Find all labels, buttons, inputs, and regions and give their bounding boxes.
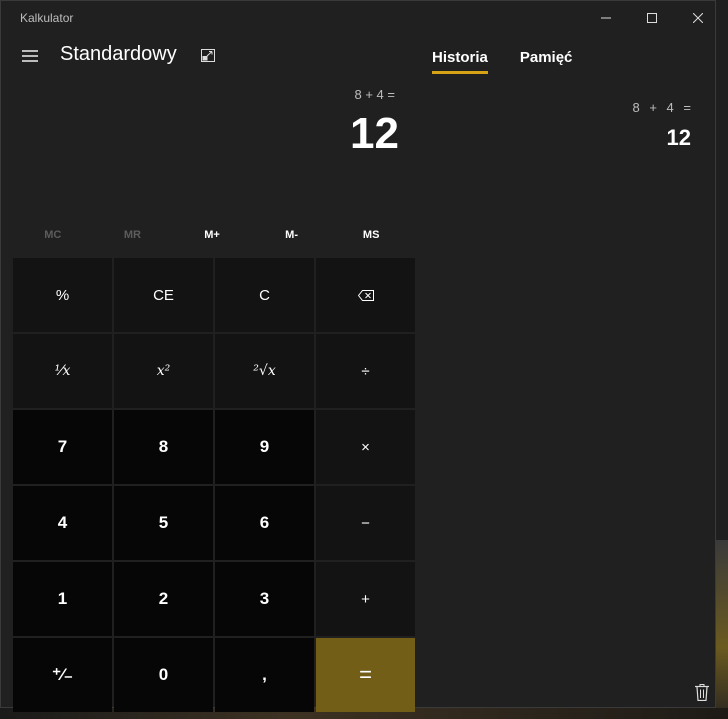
memory-clear-button[interactable]: MC (13, 219, 93, 251)
digit-2-button[interactable]: 2 (114, 562, 213, 636)
digit-0-button[interactable]: 0 (114, 638, 213, 712)
calculator-window: Kalkulator Standardowy 8 + 4 = 12 MC MR … (0, 0, 716, 712)
trash-icon (695, 683, 709, 701)
decimal-button[interactable]: , (215, 638, 314, 712)
square-root-button[interactable]: ²√x (215, 334, 314, 408)
reciprocal-label: ¹⁄x (54, 363, 71, 379)
side-panel-tabs: Historia Pamięć (432, 49, 573, 74)
memory-recall-button[interactable]: MR (93, 219, 173, 251)
square-label: x² (156, 363, 171, 379)
square-button[interactable]: x² (114, 334, 213, 408)
keep-on-top-icon (201, 48, 215, 62)
minus-button[interactable]: − (316, 486, 415, 560)
minimize-icon (601, 17, 611, 19)
expression-display: 8 + 4 = (354, 87, 395, 102)
clear-entry-button[interactable]: CE (114, 258, 213, 332)
digit-5-button[interactable]: 5 (114, 486, 213, 560)
square-root-label: ²√x (253, 363, 276, 379)
memory-subtract-button[interactable]: M- (252, 219, 332, 251)
memory-store-button[interactable]: MS (331, 219, 411, 251)
app-title: Kalkulator (20, 11, 74, 25)
mode-title: Standardowy (60, 43, 177, 65)
backspace-icon (357, 289, 374, 301)
close-button[interactable] (675, 1, 721, 35)
history-item-result[interactable]: 12 (667, 125, 691, 151)
divide-button[interactable]: ÷ (316, 334, 415, 408)
digit-4-button[interactable]: 4 (13, 486, 112, 560)
tab-memory[interactable]: Pamięć (520, 49, 573, 72)
minimize-button[interactable] (583, 1, 629, 35)
equals-button[interactable]: = (316, 638, 415, 712)
digit-6-button[interactable]: 6 (215, 486, 314, 560)
keypad: % CE C ¹⁄x x² ²√x ÷ 7 8 9 × 4 5 6 − 1 2 … (13, 258, 415, 712)
tab-history[interactable]: Historia (432, 49, 488, 74)
memory-bar: MC MR M+ M- MS (13, 219, 411, 251)
desktop-background (716, 540, 728, 719)
maximize-button[interactable] (629, 1, 675, 35)
reciprocal-button[interactable]: ¹⁄x (13, 334, 112, 408)
title-bar[interactable]: Kalkulator (1, 1, 715, 35)
percent-button[interactable]: % (13, 258, 112, 332)
keep-on-top-button[interactable] (197, 44, 219, 66)
result-display: 12 (350, 109, 399, 158)
digit-7-button[interactable]: 7 (13, 410, 112, 484)
hamburger-icon (22, 50, 38, 62)
close-icon (693, 13, 703, 23)
digit-1-button[interactable]: 1 (13, 562, 112, 636)
plus-button[interactable]: + (316, 562, 415, 636)
digit-9-button[interactable]: 9 (215, 410, 314, 484)
history-item-expression[interactable]: 8 + 4 = (633, 100, 691, 115)
multiply-button[interactable]: × (316, 410, 415, 484)
digit-8-button[interactable]: 8 (114, 410, 213, 484)
negate-button[interactable]: ⁺⁄₋ (13, 638, 112, 712)
backspace-button[interactable] (316, 258, 415, 332)
navigation-menu-button[interactable] (15, 43, 45, 69)
clear-history-button[interactable] (691, 681, 713, 703)
memory-add-button[interactable]: M+ (172, 219, 252, 251)
maximize-icon (647, 13, 657, 23)
clear-button[interactable]: C (215, 258, 314, 332)
digit-3-button[interactable]: 3 (215, 562, 314, 636)
